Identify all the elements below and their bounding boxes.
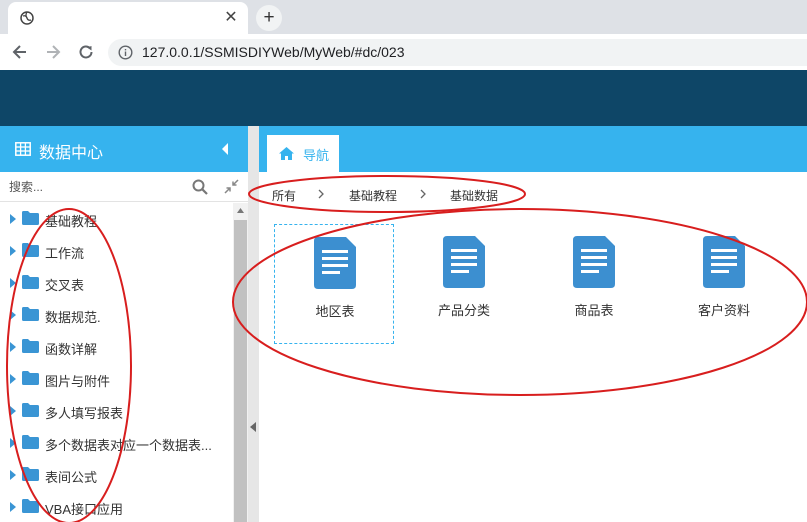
- expand-arrow-icon[interactable]: [10, 310, 16, 320]
- tree-item-label: 交叉表: [45, 278, 85, 293]
- folder-icon: [22, 403, 39, 417]
- shrink-icon[interactable]: [224, 179, 239, 194]
- browser-tabstrip: ✕ +: [0, 0, 807, 34]
- grid-table-icon: [15, 142, 31, 156]
- expand-arrow-icon[interactable]: [10, 374, 16, 384]
- tree-item-label: 多个数据表对应一个数据表...: [45, 438, 212, 453]
- expand-arrow-icon[interactable]: [10, 470, 16, 480]
- tile-label: 地区表: [315, 304, 355, 319]
- breadcrumb: 所有 基础教程 基础数据: [259, 172, 807, 216]
- expand-arrow-icon[interactable]: [10, 502, 16, 512]
- expand-arrow-icon[interactable]: [10, 342, 16, 352]
- url-text: 127.0.0.1/SSMISDIYWeb/MyWeb/#dc/023: [142, 44, 405, 60]
- forward-icon[interactable]: [43, 42, 63, 62]
- folder-icon: [22, 275, 39, 289]
- sidebar-splitter[interactable]: [248, 126, 259, 522]
- tab-close-icon[interactable]: ✕: [222, 9, 240, 27]
- new-tab-button[interactable]: +: [256, 5, 282, 31]
- tree-item-vba-api[interactable]: VBA接口应用: [0, 491, 233, 522]
- folder-icon: [22, 467, 39, 481]
- tree-item-functions[interactable]: 函数详解: [0, 331, 233, 363]
- tile-product-table[interactable]: 商品表: [534, 224, 654, 344]
- browser-toolbar: 127.0.0.1/SSMISDIYWeb/MyWeb/#dc/023: [0, 34, 807, 70]
- tree-item-basic-tutorial[interactable]: 基础教程: [0, 203, 233, 235]
- tab-navigation[interactable]: 导航: [267, 135, 339, 172]
- back-icon[interactable]: [10, 42, 30, 62]
- breadcrumb-all[interactable]: 所有: [272, 187, 296, 204]
- tree-item-workflow[interactable]: 工作流: [0, 235, 233, 267]
- expand-arrow-icon[interactable]: [10, 278, 16, 288]
- scroll-up-icon[interactable]: [237, 208, 244, 213]
- tile-region-table[interactable]: 地区表: [274, 224, 394, 344]
- tree-item-multi-user-reports[interactable]: 多人填写报表: [0, 395, 233, 427]
- tree-item-data-standards[interactable]: 数据规范.: [0, 299, 233, 331]
- reload-icon[interactable]: [76, 42, 96, 62]
- tree-item-label: 多人填写报表: [45, 406, 124, 421]
- tree-scrollbar[interactable]: [233, 203, 248, 522]
- tile-customer-data[interactable]: 客户资料: [664, 224, 784, 344]
- tree-item-label: 图片与附件: [45, 374, 111, 389]
- expand-arrow-icon[interactable]: [10, 214, 16, 224]
- scroll-thumb[interactable]: [234, 220, 247, 522]
- breadcrumb-basic-tutorial[interactable]: 基础教程: [349, 187, 397, 204]
- collapse-handle-icon[interactable]: [250, 422, 256, 432]
- folder-icon: [22, 499, 39, 513]
- tree-item-label: 基础教程: [45, 214, 98, 229]
- globe-icon: [20, 11, 34, 25]
- sidebar-title: 数据中心: [39, 145, 104, 162]
- folder-icon: [22, 243, 39, 257]
- tile-label: 客户资料: [697, 303, 750, 318]
- folder-tree: 基础教程 工作流 交叉表 数据规范. 函数详解 图片与附件 多人填写报表 多个数…: [0, 203, 233, 522]
- tree-item-label: 函数详解: [45, 342, 98, 357]
- tree-item-label: 工作流: [45, 246, 85, 261]
- expand-arrow-icon[interactable]: [10, 406, 16, 416]
- tile-label: 产品分类: [437, 303, 490, 318]
- tree-item-label: 表间公式: [45, 470, 98, 485]
- document-icon: [443, 236, 485, 288]
- document-icon: [314, 237, 356, 289]
- tree-item-multi-table-mapping[interactable]: 多个数据表对应一个数据表...: [0, 427, 233, 459]
- expand-arrow-icon[interactable]: [10, 438, 16, 448]
- search-icon[interactable]: [192, 179, 208, 195]
- breadcrumb-basic-data[interactable]: 基础数据: [450, 187, 498, 204]
- tree-item-images-attachments[interactable]: 图片与附件: [0, 363, 233, 395]
- app-header: [0, 70, 807, 126]
- chevron-right-icon: [318, 189, 324, 199]
- document-icon: [573, 236, 615, 288]
- collapse-sidebar-icon[interactable]: [221, 143, 229, 155]
- tile-product-category[interactable]: 产品分类: [404, 224, 524, 344]
- folder-icon: [22, 435, 39, 449]
- folder-icon: [22, 211, 39, 225]
- home-icon: [279, 147, 294, 160]
- tree-item-label: 数据规范.: [45, 310, 101, 325]
- sidebar: 数据中心 基础教程 工作流 交叉表: [0, 126, 248, 522]
- expand-arrow-icon[interactable]: [10, 246, 16, 256]
- folder-icon: [22, 371, 39, 385]
- address-bar[interactable]: 127.0.0.1/SSMISDIYWeb/MyWeb/#dc/023: [108, 39, 807, 66]
- info-icon[interactable]: [118, 45, 133, 60]
- folder-icon: [22, 307, 39, 321]
- tree-item-label: VBA接口应用: [45, 502, 124, 517]
- sidebar-header: 数据中心: [0, 126, 248, 172]
- search-input[interactable]: [0, 172, 186, 201]
- tile-label: 商品表: [574, 303, 614, 318]
- folder-icon: [22, 339, 39, 353]
- tree-item-cross-table-formulas[interactable]: 表间公式: [0, 459, 233, 491]
- document-icon: [703, 236, 745, 288]
- browser-tab[interactable]: ✕: [8, 2, 248, 34]
- chevron-right-icon: [420, 189, 426, 199]
- main-tabbar: 导航: [259, 126, 807, 172]
- tab-label: 导航: [303, 148, 330, 163]
- tree-item-crosstab[interactable]: 交叉表: [0, 267, 233, 299]
- sidebar-search: [0, 172, 248, 202]
